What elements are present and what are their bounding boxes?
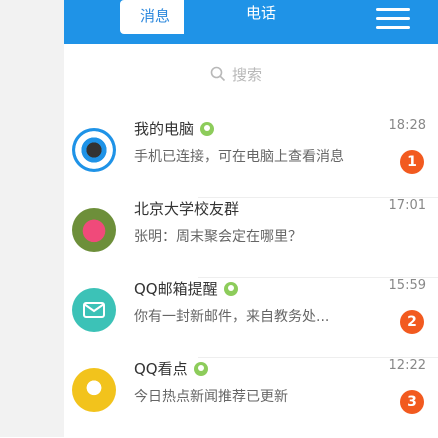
list-item[interactable]: QQ邮箱提醒 你有一封新邮件，来自教务处... 15:59 2 [64, 270, 438, 358]
contact-name: QQ看点 [134, 358, 208, 379]
message-time: 12:22 [388, 358, 426, 373]
search-placeholder: 搜索 [232, 65, 263, 84]
online-icon [223, 281, 238, 296]
message-preview: 今日热点新闻推荐已更新 [134, 389, 288, 405]
message-time: 17:01 [388, 198, 426, 213]
tab-messages-label: 消息 [140, 7, 171, 25]
unread-badge: 1 [400, 150, 424, 174]
tab-calls[interactable]: 电话 [246, 2, 276, 23]
mail-icon [83, 302, 105, 318]
contact-name: 我的电脑 [134, 118, 215, 139]
message-time: 18:28 [388, 118, 426, 133]
message-preview: 你有一封新邮件，来自教务处... [134, 309, 330, 325]
avatar [72, 208, 116, 252]
left-strip [0, 0, 64, 437]
avatar [72, 368, 116, 412]
list-item[interactable]: QQ看点 今日热点新闻推荐已更新 12:22 3 [64, 350, 438, 438]
list-item[interactable]: 我的电脑 手机已连接，可在电脑上查看消息 18:28 1 [64, 110, 438, 198]
unread-badge: 3 [400, 390, 424, 414]
online-icon [200, 121, 215, 136]
list-item[interactable]: 北京大学校友群 张明：周末聚会定在哪里？ 17:01 [64, 190, 438, 278]
top-bar: 消息 电话 [0, 0, 438, 44]
contact-name: 北京大学校友群 [134, 200, 240, 218]
menu-icon[interactable] [376, 6, 410, 32]
avatar [72, 128, 116, 172]
search-bar[interactable]: 搜索 [210, 62, 262, 86]
message-preview: 手机已连接，可在电脑上查看消息 [134, 149, 344, 165]
search-icon [210, 66, 226, 82]
avatar [72, 288, 116, 332]
unread-badge: 2 [400, 310, 424, 334]
contact-name: QQ邮箱提醒 [134, 278, 238, 299]
tab-messages[interactable]: 消息 [120, 0, 184, 34]
online-icon [193, 361, 208, 376]
message-preview: 张明：周末聚会定在哪里？ [134, 229, 302, 245]
message-time: 15:59 [388, 278, 426, 293]
